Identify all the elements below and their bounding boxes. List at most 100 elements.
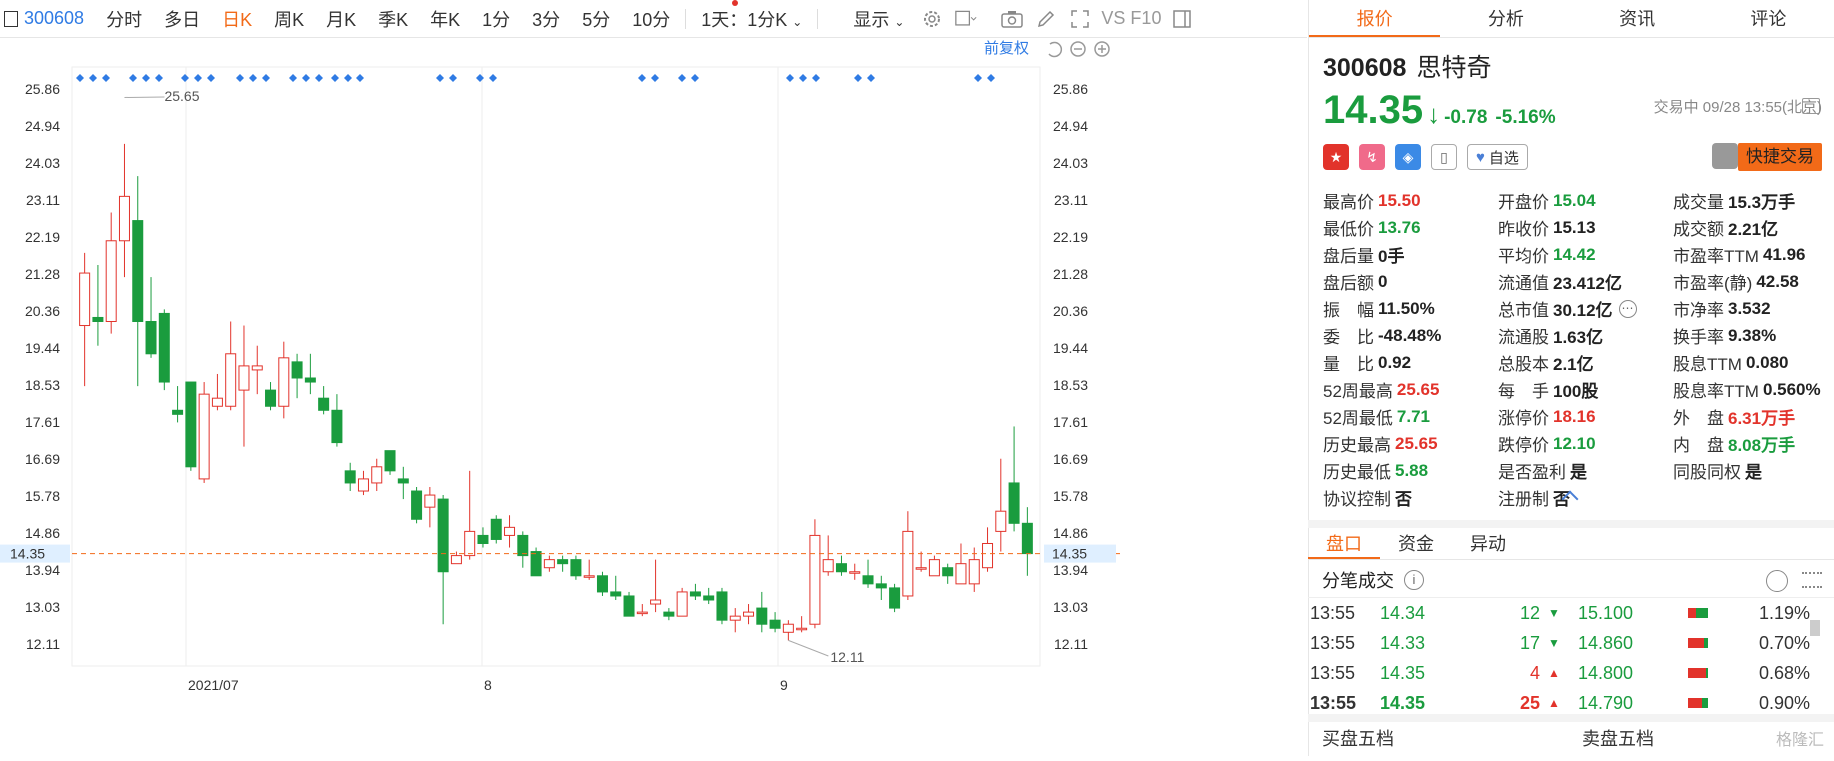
- event-marker: [249, 74, 257, 82]
- trend-icon[interactable]: ↯: [1359, 144, 1385, 170]
- metric-cell: 涨停价18.16: [1498, 403, 1673, 430]
- divider: [817, 9, 818, 29]
- candle-down: [305, 378, 315, 382]
- metric-cell: 市盈率(静)42.58: [1673, 268, 1834, 295]
- candle-down: [770, 620, 780, 628]
- metric-label: 内 盘: [1673, 431, 1724, 456]
- display-menu[interactable]: 显示 ⌄: [842, 6, 915, 32]
- metric-label: 涨停价: [1498, 404, 1549, 429]
- tick-time: 13:55: [1310, 663, 1380, 684]
- metric-value: 18.16: [1553, 407, 1596, 427]
- list-icon[interactable]: [1802, 572, 1822, 588]
- x-tick-label: 8: [484, 677, 492, 693]
- tick-row: 13:5514.3317▼: [1308, 628, 1578, 658]
- tab-panel-0[interactable]: 盘口: [1308, 528, 1380, 559]
- tick-row: 13:5514.3412▼: [1308, 598, 1578, 628]
- up-triangle-icon: ▲: [1540, 696, 1570, 710]
- fullscreen-icon[interactable]: [1069, 8, 1091, 30]
- period-tab[interactable]: 10分: [621, 6, 681, 32]
- vs-f10-icon[interactable]: VS F10: [1097, 8, 1165, 29]
- pencil-icon[interactable]: [1035, 8, 1057, 30]
- metric-value: -48.48%: [1378, 326, 1441, 346]
- event-marker: [289, 74, 297, 82]
- event-marker: [854, 74, 862, 82]
- tag-icon[interactable]: ◈: [1395, 144, 1421, 170]
- quick-trade-button[interactable]: 快捷交易: [1738, 143, 1822, 171]
- panel-toggle-icon[interactable]: [4, 11, 18, 27]
- chart-frame: [72, 67, 1040, 666]
- period-tab[interactable]: 日K: [211, 6, 263, 32]
- bell-icon[interactable]: [1712, 143, 1738, 169]
- dist-bar-buy: [1688, 698, 1702, 708]
- kline-chart[interactable]: 25.8625.8624.9424.9424.0324.0323.1123.11…: [0, 39, 1307, 756]
- dist-pct: 0.70%: [1750, 633, 1810, 654]
- period-tab[interactable]: 季K: [367, 6, 419, 32]
- period-tab[interactable]: 多日: [153, 6, 211, 32]
- settings-gear-icon[interactable]: [921, 8, 943, 30]
- candle-up: [119, 196, 129, 240]
- min-price-label: 12.11: [830, 649, 864, 665]
- period-tab[interactable]: 分时: [95, 6, 153, 32]
- china-flag-icon[interactable]: ★: [1323, 144, 1349, 170]
- more-icon[interactable]: [1766, 570, 1788, 592]
- candle-up: [239, 366, 249, 390]
- y-tick-left: 21.28: [25, 266, 60, 282]
- bookmark-icon[interactable]: ▯: [1431, 144, 1457, 170]
- add-watchlist-button[interactable]: ♥自选: [1467, 144, 1528, 170]
- event-marker: [799, 74, 807, 82]
- candle-down: [571, 560, 581, 576]
- tab-panel-2[interactable]: 异动: [1452, 528, 1524, 559]
- event-marker: [207, 74, 215, 82]
- period-tab[interactable]: 3分: [521, 6, 571, 32]
- event-marker: [786, 74, 794, 82]
- buy-five-label: 买盘五档: [1308, 722, 1568, 756]
- event-marker: [678, 74, 686, 82]
- tab-quote-1[interactable]: 分析: [1440, 0, 1571, 37]
- candle-down: [319, 398, 329, 410]
- metric-cell: 流通股1.63亿: [1498, 322, 1673, 349]
- tick-volume: 17: [1490, 633, 1540, 654]
- info-icon[interactable]: i: [1404, 570, 1424, 590]
- candle-down: [597, 576, 607, 592]
- metric-cell: 成交量15.3万手: [1673, 187, 1834, 214]
- period-tab[interactable]: 5分: [571, 6, 621, 32]
- dist-bar: [1688, 638, 1750, 648]
- metric-cell: 市净率3.532: [1673, 295, 1834, 322]
- candle-up: [996, 511, 1006, 531]
- scrollbar[interactable]: [1810, 620, 1820, 636]
- candle-up: [279, 358, 289, 406]
- sidebar-collapse-icon[interactable]: [1171, 8, 1193, 30]
- metric-value: 15.04: [1553, 191, 1596, 211]
- y-tick-left: 17.61: [25, 414, 60, 430]
- metric-label: 最高价: [1323, 188, 1374, 213]
- y-tick-left: 18.53: [25, 377, 60, 393]
- metric-label: 是否盈利: [1498, 458, 1566, 483]
- period-tab[interactable]: 周K: [263, 6, 315, 32]
- metric-value: 否: [1395, 485, 1412, 510]
- period-tab[interactable]: 月K: [315, 6, 367, 32]
- period-tab[interactable]: 年K: [419, 6, 471, 32]
- divider: [685, 9, 686, 29]
- metric-label: 平均价: [1498, 242, 1549, 267]
- y-tick-left: 13.03: [25, 599, 60, 615]
- metric-label: 历史最高: [1323, 431, 1391, 456]
- period-tab[interactable]: 1分: [471, 6, 521, 32]
- y-tick-right: 24.03: [1053, 155, 1088, 171]
- candle-down: [385, 451, 395, 471]
- metric-label: 股息TTM: [1673, 350, 1742, 375]
- metric-value: 14.42: [1553, 245, 1596, 265]
- metric-label: 盘后量: [1323, 242, 1374, 267]
- square-style-icon[interactable]: [955, 8, 977, 30]
- x-tick-label: 2021/07: [188, 677, 239, 693]
- more-icon[interactable]: ⋯: [1619, 300, 1637, 318]
- tab-quote-2[interactable]: 资讯: [1572, 0, 1703, 37]
- tab-panel-1[interactable]: 资金: [1380, 528, 1452, 559]
- metric-value: 8.08万手: [1728, 431, 1795, 456]
- tab-quote-0[interactable]: 报价: [1309, 0, 1440, 37]
- tab-quote-3[interactable]: 评论: [1703, 0, 1834, 37]
- metric-label: 52周最高: [1323, 377, 1393, 402]
- camera-icon[interactable]: [1001, 8, 1023, 30]
- interval-select[interactable]: 1天：1分K ⌄: [690, 6, 813, 32]
- metric-cell: 注册制否: [1498, 484, 1673, 511]
- metric-value: 0.080: [1746, 353, 1789, 373]
